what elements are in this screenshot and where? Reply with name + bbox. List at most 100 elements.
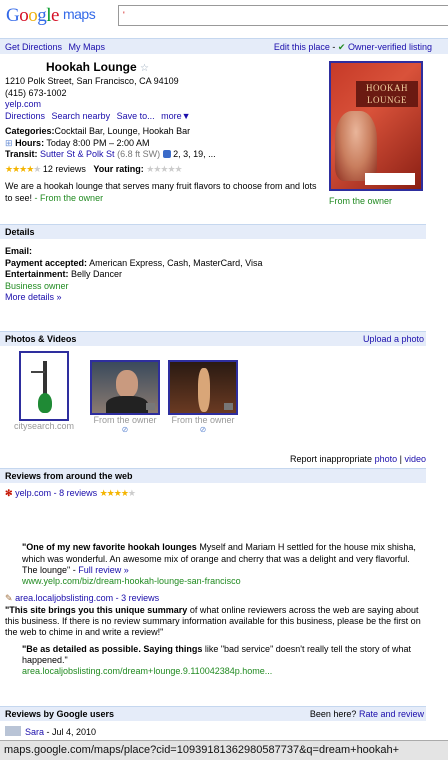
hours-label: Hours: xyxy=(15,137,45,148)
thumbnail-caption: From the owner xyxy=(93,415,157,425)
more-details-link[interactable]: More details » xyxy=(5,292,62,302)
review-item: Sara - Jul 4, 2010 xyxy=(5,726,425,737)
transit-distance: (6.8 ft SW) xyxy=(117,149,161,159)
details-title: Details xyxy=(5,227,35,237)
logo-letter: G xyxy=(6,5,20,26)
get-directions-link[interactable]: Get Directions xyxy=(5,42,62,52)
web-reviews-header: Reviews from around the web xyxy=(0,468,426,483)
upload-photo-link[interactable]: Upload a photo xyxy=(363,334,424,344)
photo-blank-area xyxy=(365,173,415,185)
directions-link[interactable]: Directions xyxy=(5,111,45,121)
avatar xyxy=(5,726,21,736)
photos-title: Photos & Videos xyxy=(5,334,77,344)
star-favorite-icon[interactable]: ☆ xyxy=(140,63,149,74)
email-label: Email: xyxy=(5,246,33,256)
header: Google maps ' xyxy=(0,0,448,38)
report-label: Report inappropriate xyxy=(290,454,373,464)
web-reviews-title: Reviews from around the web xyxy=(5,471,133,481)
entertainment-value: Belly Dancer xyxy=(71,269,123,279)
place-address: 1210 Polk Street, San Francisco, CA 9410… xyxy=(5,76,179,86)
rate-review-link[interactable]: Rate and review xyxy=(359,709,424,719)
your-rating-label: Your rating: xyxy=(93,163,144,174)
place-title: Hookah Lounge ☆ xyxy=(5,60,325,76)
logo-letter: o xyxy=(19,5,29,26)
search-input[interactable]: ' xyxy=(118,5,448,26)
thumbnail-caption: citysearch.com xyxy=(13,421,75,431)
been-here-label: Been here? xyxy=(309,709,357,719)
thumbnail-caption: From the owner xyxy=(171,415,235,425)
video-link-icon[interactable]: ⊘ xyxy=(88,425,162,434)
place-phone: (415) 673-1002 xyxy=(5,87,67,98)
report-photo-link[interactable]: photo xyxy=(375,454,398,464)
details-header: Details xyxy=(0,224,426,239)
google-maps-logo[interactable]: Google maps xyxy=(6,5,96,27)
video-play-icon xyxy=(146,403,155,410)
payment-value: American Express, Cash, MasterCard, Visa xyxy=(89,257,263,268)
review-date: - Jul 4, 2010 xyxy=(46,727,97,737)
transit-label: Transit: xyxy=(5,149,38,159)
photos-header: Photos & Videos Upload a photo xyxy=(0,331,426,346)
place-name: Hookah Lounge xyxy=(46,60,137,74)
from-owner-note: - From the owner xyxy=(34,192,104,203)
report-inappropriate: Report inappropriate photo | video xyxy=(290,454,426,464)
video-play-icon xyxy=(224,403,233,410)
full-review-link[interactable]: Full review » xyxy=(78,565,129,575)
expand-icon[interactable]: ⊞ xyxy=(5,138,13,148)
payment-label: Payment accepted: xyxy=(5,257,88,268)
logo-letter: o xyxy=(28,5,38,26)
review-author-link[interactable]: Sara xyxy=(25,727,44,737)
nav-dash: - xyxy=(332,42,336,52)
entertainment-label: Entertainment: xyxy=(5,269,69,279)
report-separator: | xyxy=(399,454,402,464)
search-nearby-link[interactable]: Search nearby xyxy=(52,111,111,121)
area-quote-lead: "Be as detailed as possible. Saying thin… xyxy=(22,643,203,654)
area-url: area.localjobslisting.com/dream+lounge.9… xyxy=(22,666,273,677)
main-photo-caption: From the owner xyxy=(329,196,393,206)
edit-place-link[interactable]: Edit this place xyxy=(274,42,330,52)
checkmark-icon: ✔ xyxy=(337,42,346,52)
hours-value: Today 8:00 PM – 2:00 AM xyxy=(46,137,150,148)
web-reviews-section: ✻ yelp.com - 8 reviews ★★★★★ "One of my … xyxy=(5,488,425,678)
place-actions: Directions Search nearby Save to... more… xyxy=(5,111,325,123)
hookah-thumbnail[interactable] xyxy=(19,351,69,421)
my-maps-link[interactable]: My Maps xyxy=(69,42,106,52)
yelp-icon: ✻ xyxy=(5,488,13,498)
bus-icon xyxy=(162,150,171,158)
categories-label: Categories: xyxy=(5,126,55,136)
owner-verified-link[interactable]: Owner-verified listing xyxy=(348,42,432,52)
thumbnail-item[interactable]: From the owner ⊘ xyxy=(166,360,240,434)
logo-letter: e xyxy=(51,5,59,26)
area-source-icon: ✎ xyxy=(5,593,13,604)
details-section: Email: Payment accepted: American Expres… xyxy=(5,246,425,304)
main-photo[interactable]: HOOKAH LOUNGE xyxy=(329,61,423,191)
business-owner-note: Business owner xyxy=(5,280,69,291)
transit-stop-link[interactable]: Sutter St & Polk St xyxy=(40,149,115,159)
photo-thumbnails: citysearch.com From the owner ⊘ From the… xyxy=(0,350,426,445)
dancer-video-thumbnail[interactable] xyxy=(168,360,238,415)
rating-stars: ★★★★★ xyxy=(5,163,41,174)
logo-maps-word: maps xyxy=(62,6,96,22)
thumbnail-item[interactable]: From the owner ⊘ xyxy=(88,360,162,434)
status-bar-url: maps.google.com/maps/place?cid=109391813… xyxy=(0,740,448,760)
video-thumbnail[interactable] xyxy=(90,360,160,415)
yelp-url: www.yelp.com/biz/dream-hookah-lounge-san… xyxy=(22,576,241,587)
photo-sign-text: HOOKAH LOUNGE xyxy=(356,81,418,107)
more-link[interactable]: more▼ xyxy=(161,111,190,121)
dancer-figure xyxy=(335,111,377,181)
save-to-link[interactable]: Save to... xyxy=(117,111,155,121)
categories-value: Cocktail Bar, Lounge, Hookah Bar xyxy=(54,126,191,136)
report-video-link[interactable]: video xyxy=(404,454,426,464)
thumbnail-item[interactable]: citysearch.com xyxy=(9,351,79,431)
yelp-source-link[interactable]: yelp.com - 8 reviews xyxy=(15,488,97,498)
area-source-link[interactable]: area.localjobslisting.com - 3 reviews xyxy=(15,593,159,603)
video-link-icon[interactable]: ⊘ xyxy=(166,425,240,434)
text-cursor-icon: ' xyxy=(123,10,125,20)
place-summary: Hookah Lounge ☆ 1210 Polk Street, San Fr… xyxy=(5,60,325,204)
yelp-rating-stars: ★★★★★ xyxy=(99,488,136,498)
top-nav-bar: Get Directions My Maps Edit this place -… xyxy=(0,38,448,54)
your-rating-stars[interactable]: ★★★★★ xyxy=(146,164,182,174)
google-reviews-title: Reviews by Google users xyxy=(5,709,115,719)
area-summary-lead: "This site brings you this unique summar… xyxy=(5,604,188,615)
website-link[interactable]: yelp.com xyxy=(5,99,41,109)
yelp-quote-lead: "One of my new favorite hookah lounges xyxy=(22,542,197,553)
